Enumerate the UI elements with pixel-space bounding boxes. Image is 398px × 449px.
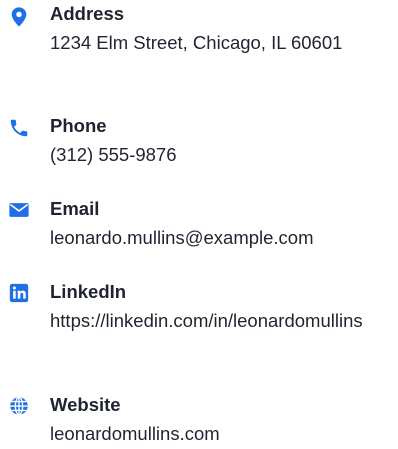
phone-icon [8,117,30,139]
envelope-icon [8,199,30,221]
website-label: Website [50,394,121,415]
linkedin-text: LinkedIn https://linkedin.com/in/leonard… [50,280,395,335]
address-text: Address 1234 Elm Street, Chicago, IL 606… [50,2,395,57]
address-label: Address [50,3,125,24]
email-value[interactable]: leonardo.mullins@example.com [50,224,395,252]
website-text: Website leonardomullins.com [50,393,395,448]
phone-text: Phone (312) 555-9876 [50,114,395,169]
contact-info-list: Address 1234 Elm Street, Chicago, IL 606… [0,0,398,449]
phone-value[interactable]: (312) 555-9876 [50,141,395,169]
linkedin-label: LinkedIn [50,281,127,302]
linkedin-value[interactable]: https://linkedin.com/in/leonardomullins [50,307,395,335]
linkedin-icon [8,282,30,304]
phone-label: Phone [50,115,107,136]
globe-icon [8,395,30,417]
email-text: Email leonardo.mullins@example.com [50,197,395,252]
address-value: 1234 Elm Street, Chicago, IL 60601 [50,32,343,53]
website-value[interactable]: leonardomullins.com [50,420,395,448]
email-label: Email [50,198,100,219]
map-pin-icon [8,6,30,28]
